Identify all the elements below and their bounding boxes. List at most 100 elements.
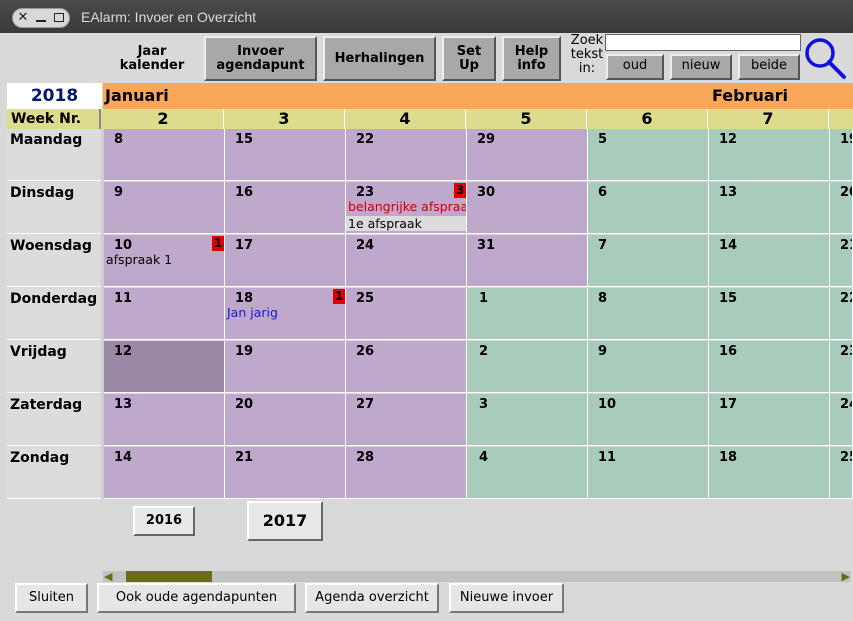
day-cell[interactable]: 4 bbox=[467, 447, 588, 499]
day-cell[interactable]: 21 bbox=[225, 447, 346, 499]
day-cell[interactable]: 8 bbox=[588, 288, 709, 340]
event-text[interactable]: Jan jarig bbox=[227, 305, 278, 320]
day-cell[interactable]: 20 bbox=[830, 182, 853, 234]
day-cell[interactable]: 21 bbox=[830, 235, 853, 287]
day-number: 31 bbox=[477, 238, 496, 253]
minimize-icon[interactable] bbox=[33, 10, 49, 26]
day-cell[interactable]: 24 bbox=[830, 394, 853, 446]
day-cell[interactable]: 7 bbox=[588, 235, 709, 287]
day-cell[interactable]: 16 bbox=[709, 341, 830, 393]
day-cell[interactable]: 10 bbox=[588, 394, 709, 446]
scrollbar-thumb[interactable] bbox=[126, 571, 212, 582]
year-2016-button[interactable]: 2016 bbox=[133, 506, 195, 536]
ook-oude-agendapunten-button[interactable]: Ook oude agendapunten bbox=[97, 583, 296, 613]
invoer-agendapunt-button[interactable]: Invoer agendapunt bbox=[204, 36, 317, 81]
day-cell[interactable]: 13 bbox=[104, 394, 225, 446]
day-cell[interactable]: 1 bbox=[467, 288, 588, 340]
day-number: 25 bbox=[356, 291, 375, 306]
day-number: 12 bbox=[719, 132, 738, 147]
jaar-kalender-button[interactable]: Jaar kalender bbox=[118, 45, 186, 73]
day-cell[interactable]: 9 bbox=[588, 341, 709, 393]
day-cell[interactable]: 14 bbox=[709, 235, 830, 287]
day-cell[interactable]: 17 bbox=[225, 235, 346, 287]
herhalingen-button[interactable]: Herhalingen bbox=[323, 36, 436, 81]
search-label: Zoek tekst in: bbox=[570, 33, 604, 76]
day-number: 15 bbox=[719, 291, 738, 306]
day-cell[interactable]: 14 bbox=[104, 447, 225, 499]
sluiten-button[interactable]: Sluiten bbox=[15, 583, 88, 613]
search-icon[interactable] bbox=[803, 36, 847, 80]
week-header: Week Nr. bbox=[7, 109, 101, 129]
day-cell[interactable]: 12 bbox=[104, 341, 225, 393]
day-cell[interactable]: 31 bbox=[467, 235, 588, 287]
maximize-icon[interactable] bbox=[51, 10, 67, 26]
day-cell[interactable]: 22 bbox=[830, 288, 853, 340]
month-bar: Januari Februari bbox=[103, 83, 853, 109]
day-cell[interactable]: 22 bbox=[346, 129, 467, 181]
day-number: 27 bbox=[356, 397, 375, 412]
day-cell[interactable]: 6 bbox=[588, 182, 709, 234]
day-label-zondag: Zondag bbox=[7, 447, 102, 499]
day-cell[interactable]: 25 bbox=[346, 288, 467, 340]
day-cell[interactable]: 8 bbox=[104, 129, 225, 181]
day-number: 20 bbox=[235, 397, 254, 412]
close-icon[interactable]: ✕ bbox=[15, 10, 31, 26]
day-cell[interactable]: 2 bbox=[467, 341, 588, 393]
day-cell[interactable]: 23 bbox=[830, 341, 853, 393]
day-label-donderdag: Donderdag bbox=[7, 288, 102, 340]
day-number: 17 bbox=[719, 397, 738, 412]
event-text[interactable]: belangrijke afspraak bbox=[348, 199, 466, 214]
search-beide-button[interactable]: beide bbox=[738, 54, 800, 80]
event-count-badge: 1 bbox=[333, 289, 345, 304]
day-cell[interactable]: 11 bbox=[104, 288, 225, 340]
day-cell[interactable]: 30 bbox=[467, 182, 588, 234]
search-oud-button[interactable]: oud bbox=[606, 54, 664, 80]
day-cell[interactable]: 20 bbox=[225, 394, 346, 446]
day-cell[interactable]: 29 bbox=[467, 129, 588, 181]
horizontal-scrollbar[interactable]: ◀ ▶ bbox=[103, 570, 851, 583]
day-cell[interactable]: 19 bbox=[830, 129, 853, 181]
day-cell[interactable]: 27 bbox=[346, 394, 467, 446]
day-cell[interactable]: 12 bbox=[709, 129, 830, 181]
day-cell[interactable]: 17 bbox=[709, 394, 830, 446]
nieuwe-invoer-button[interactable]: Nieuwe invoer bbox=[449, 583, 564, 613]
search-input[interactable] bbox=[605, 34, 801, 51]
day-cell[interactable]: 13 bbox=[709, 182, 830, 234]
day-number: 23 bbox=[356, 185, 375, 200]
day-cell[interactable]: 18 bbox=[709, 447, 830, 499]
scroll-right-icon[interactable]: ▶ bbox=[842, 570, 850, 583]
day-number: 24 bbox=[356, 238, 375, 253]
day-cell[interactable]: 16 bbox=[225, 182, 346, 234]
day-label-maandag: Maandag bbox=[7, 129, 102, 181]
day-cell[interactable]: 26 bbox=[346, 341, 467, 393]
setup-button[interactable]: Set Up bbox=[442, 36, 496, 81]
day-number: 24 bbox=[840, 397, 852, 412]
day-number: 2 bbox=[479, 344, 489, 359]
scroll-left-icon[interactable]: ◀ bbox=[104, 570, 112, 583]
search-nieuw-button[interactable]: nieuw bbox=[670, 54, 732, 80]
day-cell[interactable]: 15 bbox=[225, 129, 346, 181]
day-label-dinsdag: Dinsdag bbox=[7, 182, 102, 234]
day-cell[interactable]: 9 bbox=[104, 182, 225, 234]
day-cell[interactable]: 15 bbox=[709, 288, 830, 340]
event-text[interactable]: afspraak 1 bbox=[106, 252, 172, 267]
day-cell[interactable]: 5 bbox=[588, 129, 709, 181]
day-cell[interactable]: 11 bbox=[588, 447, 709, 499]
title-bar: ✕ EAlarm: Invoer en Overzicht bbox=[0, 0, 853, 33]
day-cell[interactable]: 19 bbox=[225, 341, 346, 393]
day-cell[interactable]: 18 1 Jan jarig bbox=[225, 288, 346, 340]
day-cell[interactable]: 10 1 afspraak 1 bbox=[104, 235, 225, 287]
day-number: 25 bbox=[840, 450, 852, 465]
agenda-overzicht-button[interactable]: Agenda overzicht bbox=[305, 583, 439, 613]
day-number: 5 bbox=[598, 132, 608, 147]
help-info-button[interactable]: Help info bbox=[502, 36, 561, 81]
day-cell[interactable]: 25 bbox=[830, 447, 853, 499]
day-number: 14 bbox=[719, 238, 738, 253]
day-cell[interactable]: 3 bbox=[467, 394, 588, 446]
day-cell[interactable]: 24 bbox=[346, 235, 467, 287]
day-cell[interactable]: 28 bbox=[346, 447, 467, 499]
event-text[interactable]: 1e afspraak bbox=[346, 216, 466, 231]
day-number: 22 bbox=[356, 132, 375, 147]
year-2017-button[interactable]: 2017 bbox=[247, 501, 323, 541]
day-cell[interactable]: 23 3 belangrijke afspraak 1e afspraak bbox=[346, 182, 467, 234]
